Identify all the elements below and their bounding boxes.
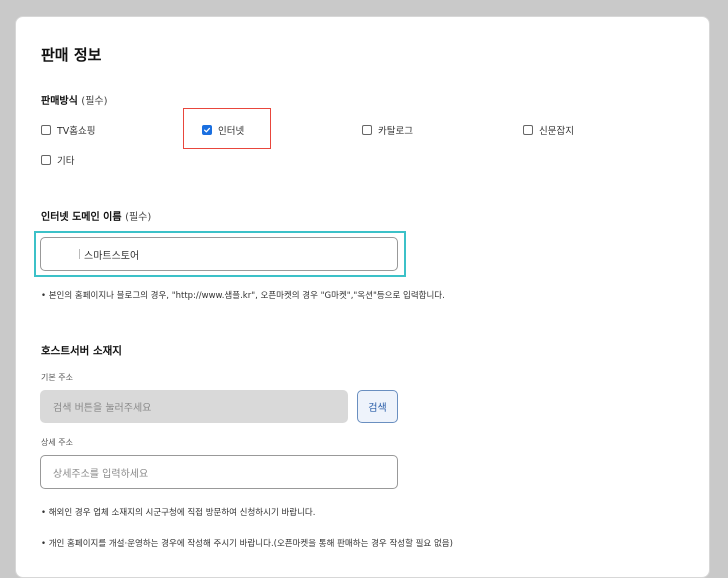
sales-method-label: 판매방식 (필수): [41, 92, 108, 107]
domain-input-value: 스마트스토어: [84, 250, 140, 262]
checkbox-icon[interactable]: [41, 125, 51, 135]
domain-note: • 본인의 홈페이지나 블로그의 경우, "http://www.샘플.kr",…: [41, 291, 445, 301]
checkbox-tv-shopping[interactable]: TV홈쇼핑: [41, 123, 96, 137]
checkbox-icon[interactable]: [41, 155, 51, 165]
checkbox-icon[interactable]: [362, 125, 372, 135]
domain-input[interactable]: 스마트스토어: [40, 237, 398, 271]
host-note-personal: • 개인 홈페이지를 개설·운영하는 경우에 작성해 주시기 바랍니다.(오픈마…: [41, 539, 453, 549]
detail-address-placeholder: 상세주소를 입력하세요: [53, 468, 149, 480]
basic-address-label: 기본 주소: [41, 373, 73, 382]
sales-method-required: (필수): [81, 96, 108, 107]
page-title: 판매 정보: [41, 46, 102, 64]
detail-address-label: 상세 주소: [41, 438, 73, 447]
checkbox-catalog[interactable]: 카탈로그: [362, 123, 413, 137]
checkbox-newspaper-magazine[interactable]: 신문잡지: [523, 123, 574, 137]
sales-method-label-text: 판매방식: [41, 96, 78, 107]
checkbox-label: 기타: [57, 156, 75, 167]
checkbox-label: TV홈쇼핑: [57, 126, 96, 137]
basic-address-placeholder: 검색 버튼을 눌러주세요: [53, 403, 152, 414]
domain-required: (필수): [125, 212, 152, 223]
basic-address-input: 검색 버튼을 눌러주세요: [40, 390, 348, 423]
checkbox-checked-icon[interactable]: [202, 125, 212, 135]
checkbox-label: 인터넷: [218, 126, 245, 137]
text-cursor: [79, 249, 80, 259]
checkbox-label: 신문잡지: [539, 126, 574, 137]
checkbox-label: 카탈로그: [378, 126, 413, 137]
checkbox-internet[interactable]: 인터넷: [202, 123, 244, 137]
host-note-overseas: • 해외인 경우 업체 소재지의 시군구청에 직접 방문하여 신청하시기 바랍니…: [41, 508, 316, 518]
checkbox-icon[interactable]: [523, 125, 533, 135]
host-server-heading: 호스트서버 소재지: [41, 345, 122, 357]
domain-label: 인터넷 도메인 이름 (필수): [41, 208, 151, 223]
domain-label-text: 인터넷 도메인 이름: [41, 212, 122, 223]
checkbox-other[interactable]: 기타: [41, 153, 74, 167]
detail-address-input[interactable]: 상세주소를 입력하세요: [40, 455, 398, 489]
search-button[interactable]: 검색: [357, 390, 398, 423]
